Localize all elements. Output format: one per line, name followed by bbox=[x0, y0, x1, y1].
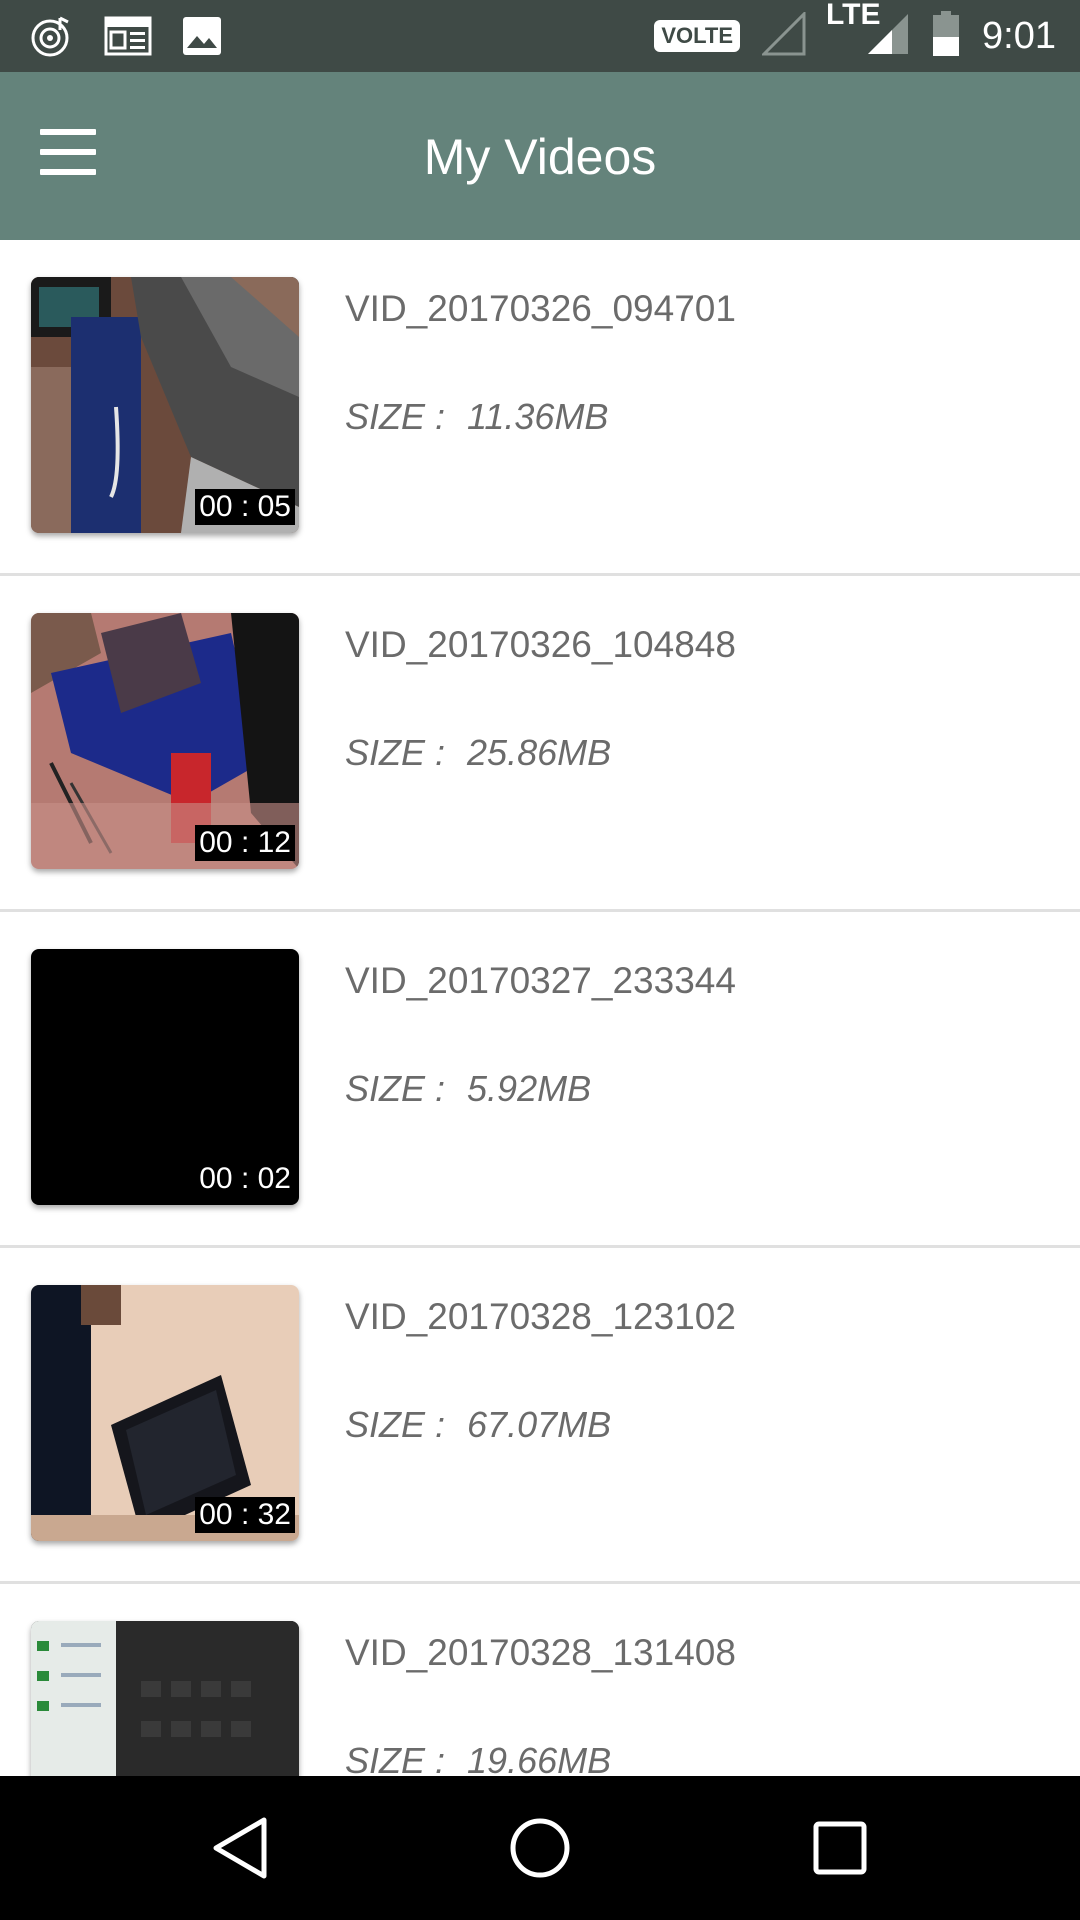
page-title: My Videos bbox=[423, 129, 657, 185]
image-icon bbox=[182, 16, 222, 61]
video-name: VID_20170328_131408 bbox=[345, 1632, 736, 1673]
size-value: 11.36MB bbox=[467, 396, 609, 437]
size-label: SIZE : bbox=[345, 396, 446, 437]
size-label: SIZE : bbox=[345, 732, 446, 773]
video-size: SIZE : 19.66MB bbox=[345, 1740, 611, 1776]
video-list[interactable]: 00 : 05 VID_20170326_094701 SIZE : 11.36M… bbox=[0, 240, 1080, 1776]
video-name: VID_20170326_104848 bbox=[345, 624, 736, 665]
list-item[interactable]: 00 : 12 VID_20170326_104848 SIZE : 25.86M… bbox=[0, 576, 1080, 912]
video-thumbnail[interactable]: 00 : 32 bbox=[31, 1285, 299, 1541]
navigation-bar bbox=[0, 1776, 1080, 1920]
video-name: VID_20170328_123102 bbox=[345, 1296, 736, 1337]
duration-badge: 00 : 12 bbox=[195, 825, 295, 861]
system-icons: VOLTE LTE 9:01 bbox=[654, 0, 1056, 62]
recents-icon[interactable] bbox=[798, 1806, 882, 1890]
video-thumbnail[interactable]: 00 : 12 bbox=[31, 613, 299, 869]
size-value: 67.07MB bbox=[467, 1404, 612, 1445]
video-name: VID_20170326_094701 bbox=[345, 288, 736, 329]
home-icon[interactable] bbox=[498, 1806, 582, 1890]
size-label: SIZE : bbox=[345, 1068, 446, 1109]
video-thumbnail[interactable] bbox=[31, 1621, 299, 1776]
clock: 9:01 bbox=[982, 14, 1056, 57]
status-bar: VOLTE LTE 9:01 bbox=[0, 0, 1080, 72]
list-item[interactable]: 00 : 05 VID_20170326_094701 SIZE : 11.36M… bbox=[0, 240, 1080, 576]
list-item[interactable]: VID_20170328_131408 SIZE : 19.66MB bbox=[0, 1584, 1080, 1776]
volte-badge: VOLTE bbox=[654, 20, 741, 52]
duration-badge: 00 : 02 bbox=[195, 1161, 295, 1197]
notification-icons bbox=[30, 14, 222, 63]
size-label: SIZE : bbox=[345, 1404, 446, 1445]
duration-badge: 00 : 32 bbox=[195, 1497, 295, 1533]
video-size: SIZE : 67.07MB bbox=[345, 1404, 611, 1446]
video-size: SIZE : 25.86MB bbox=[345, 732, 611, 774]
lte-label: LTE bbox=[826, 0, 881, 31]
video-size: SIZE : 11.36MB bbox=[345, 396, 608, 438]
size-label: SIZE : bbox=[345, 1740, 446, 1776]
news-icon bbox=[104, 16, 152, 61]
app-bar: My Videos bbox=[0, 72, 1080, 240]
signal-icon bbox=[760, 9, 806, 61]
video-thumbnail[interactable]: 00 : 05 bbox=[31, 277, 299, 533]
video-name: VID_20170327_233344 bbox=[345, 960, 736, 1001]
video-size: SIZE : 5.92MB bbox=[345, 1068, 591, 1110]
size-value: 25.86MB bbox=[467, 732, 612, 773]
list-item[interactable]: 00 : 02 VID_20170327_233344 SIZE : 5.92MB bbox=[0, 912, 1080, 1248]
list-item[interactable]: 00 : 32 VID_20170328_123102 SIZE : 67.07M… bbox=[0, 1248, 1080, 1584]
size-value: 5.92MB bbox=[467, 1068, 592, 1109]
video-thumbnail[interactable]: 00 : 02 bbox=[31, 949, 299, 1205]
back-icon[interactable] bbox=[198, 1806, 282, 1890]
size-value: 19.66MB bbox=[467, 1740, 612, 1776]
battery-icon bbox=[932, 10, 960, 62]
music-icon bbox=[30, 14, 74, 63]
duration-badge: 00 : 05 bbox=[195, 489, 295, 525]
